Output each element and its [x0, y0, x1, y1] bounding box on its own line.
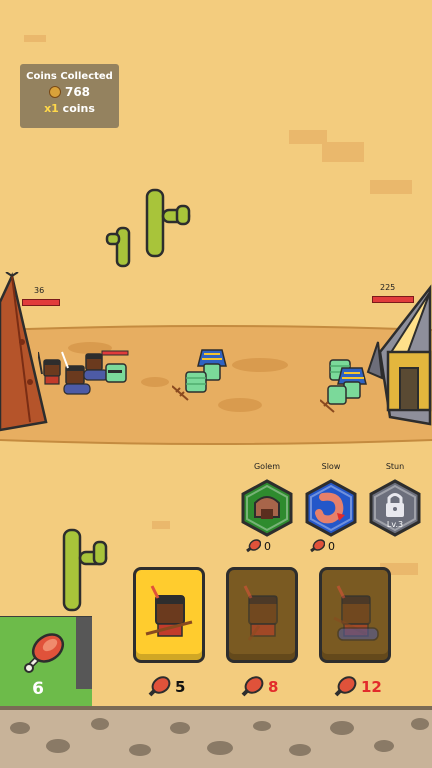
- skill-count: 0: [245, 539, 271, 553]
- club-warrior-icon: [243, 585, 278, 641]
- enemy-mummy-group: [320, 359, 367, 413]
- coins-panel-title: Coins Collected: [26, 71, 113, 82]
- skill-label: Stun: [385, 462, 405, 471]
- skill-count: 0: [309, 539, 335, 553]
- golem-icon: [241, 479, 293, 537]
- unit-cost-value: 5: [175, 678, 186, 696]
- spear-warrior-icon: [145, 585, 193, 637]
- enemy-mummy-group: [172, 349, 227, 401]
- unit-cost: 12: [333, 676, 382, 698]
- meat-amount: 6: [32, 679, 44, 699]
- skill-slow[interactable]: Slow 0: [301, 462, 361, 557]
- lock-icon: Lv.3: [369, 479, 421, 537]
- unit-card-club-warrior[interactable]: [226, 567, 298, 663]
- player-base-hp-value: 36: [34, 286, 45, 295]
- unit-card-spear-warrior[interactable]: [133, 567, 205, 663]
- meat-icon: [310, 539, 325, 553]
- rocky-ground: [0, 706, 432, 768]
- cactus-icon: [105, 188, 191, 268]
- skill-label: Golem: [253, 462, 281, 471]
- player-base-hp-bar: [22, 299, 60, 306]
- enemy-base-hp-value: 225: [380, 283, 396, 292]
- meat-icon: [148, 676, 171, 697]
- unit-cost-value: 8: [268, 678, 279, 696]
- multiplier-unit: coins: [62, 102, 95, 115]
- wolf-rider-icon: [333, 585, 379, 641]
- unit-cost-value: 12: [361, 678, 382, 696]
- unit-cost: 5: [147, 676, 185, 698]
- skill-level: Lv.3: [387, 520, 403, 529]
- meat-icon: [241, 676, 264, 697]
- enemy-base-hp-bar: [372, 296, 414, 303]
- player-warrior-group: [38, 350, 129, 395]
- coins-amount: 768: [64, 85, 91, 99]
- coin-multiplier: x1 coins: [20, 102, 119, 115]
- skill-count-value: 0: [328, 539, 335, 553]
- skill-label: Slow: [321, 462, 341, 471]
- unit-cost: 8: [240, 676, 278, 698]
- skill-count-value: 0: [264, 539, 271, 553]
- meat-progress-fill: [76, 689, 92, 707]
- coin-icon: [48, 86, 61, 98]
- unit-card-wolf-rider[interactable]: [319, 567, 391, 663]
- cactus-icon: [62, 528, 108, 612]
- coins-collected-panel: Coins Collected 768 x1 coins: [20, 64, 119, 128]
- meat-icon: [246, 539, 261, 553]
- skill-stun[interactable]: Stun Lv.3: [365, 462, 425, 557]
- skill-golem[interactable]: Golem 0: [237, 462, 297, 557]
- slow-icon: [305, 479, 357, 537]
- meat-icon: [334, 676, 357, 697]
- game-stage: Coins Collected 768 x1 coins 36 225 Gole…: [0, 0, 432, 768]
- multiplier-value: x1: [44, 102, 59, 115]
- meat-icon: [24, 633, 65, 673]
